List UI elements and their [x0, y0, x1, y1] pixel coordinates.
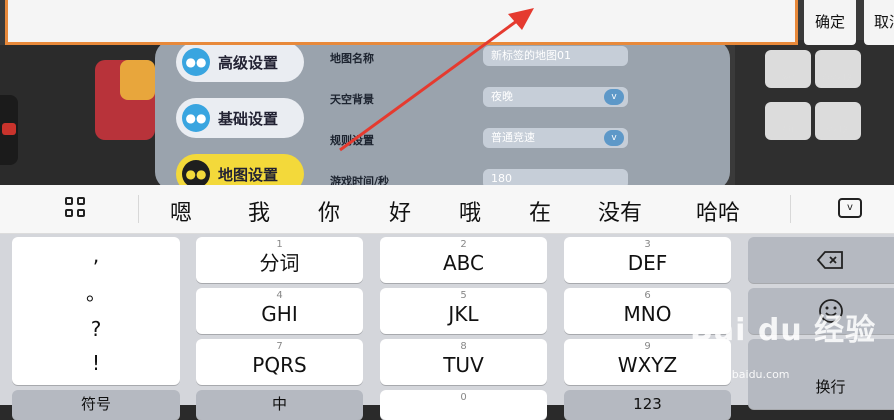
punctuation-column[interactable]: , 。 ? ! — [12, 237, 180, 385]
candidate-word[interactable]: 你 — [318, 195, 340, 227]
backspace-icon — [816, 251, 843, 269]
number-switch-key[interactable]: 123 — [564, 390, 731, 420]
grid-menu-icon[interactable] — [65, 197, 87, 219]
key-1[interactable]: 1 分词 — [196, 237, 363, 283]
backspace-key[interactable] — [748, 237, 894, 283]
key-8[interactable]: 8 TUV — [380, 339, 547, 385]
key-4[interactable]: 4 GHI — [196, 288, 363, 334]
candidate-bar: 嗯 我 你 好 哦 在 没有 哈哈 v — [0, 185, 894, 234]
key-0[interactable]: 0 — [380, 390, 547, 420]
punct-exclaim[interactable]: ! — [12, 351, 180, 375]
candidate-word[interactable]: 我 — [248, 195, 270, 227]
key-7[interactable]: 7 PQRS — [196, 339, 363, 385]
key-5[interactable]: 5 JKL — [380, 288, 547, 334]
candidate-word[interactable]: 好 — [389, 195, 411, 227]
symbols-key[interactable]: 符号 — [12, 390, 180, 420]
watermark-url: jingyan.baidu.com — [688, 368, 790, 381]
baidu-watermark: Bai du 经验 — [690, 313, 877, 348]
candidate-word[interactable]: 嗯 — [170, 195, 192, 227]
candidate-word[interactable]: 哦 — [459, 195, 481, 227]
key-2[interactable]: 2 ABC — [380, 237, 547, 283]
key-3[interactable]: 3 DEF — [564, 237, 731, 283]
candidate-word[interactable]: 没有 — [598, 195, 642, 227]
chinese-switch-key[interactable]: 中 — [196, 390, 363, 420]
collapse-keyboard-icon[interactable]: v — [838, 198, 862, 218]
punct-period[interactable]: 。 — [12, 277, 180, 306]
candidate-word[interactable]: 在 — [529, 195, 551, 227]
candidate-word[interactable]: 哈哈 — [696, 195, 740, 227]
punct-comma[interactable]: , — [12, 243, 180, 267]
punct-question[interactable]: ? — [12, 317, 180, 341]
